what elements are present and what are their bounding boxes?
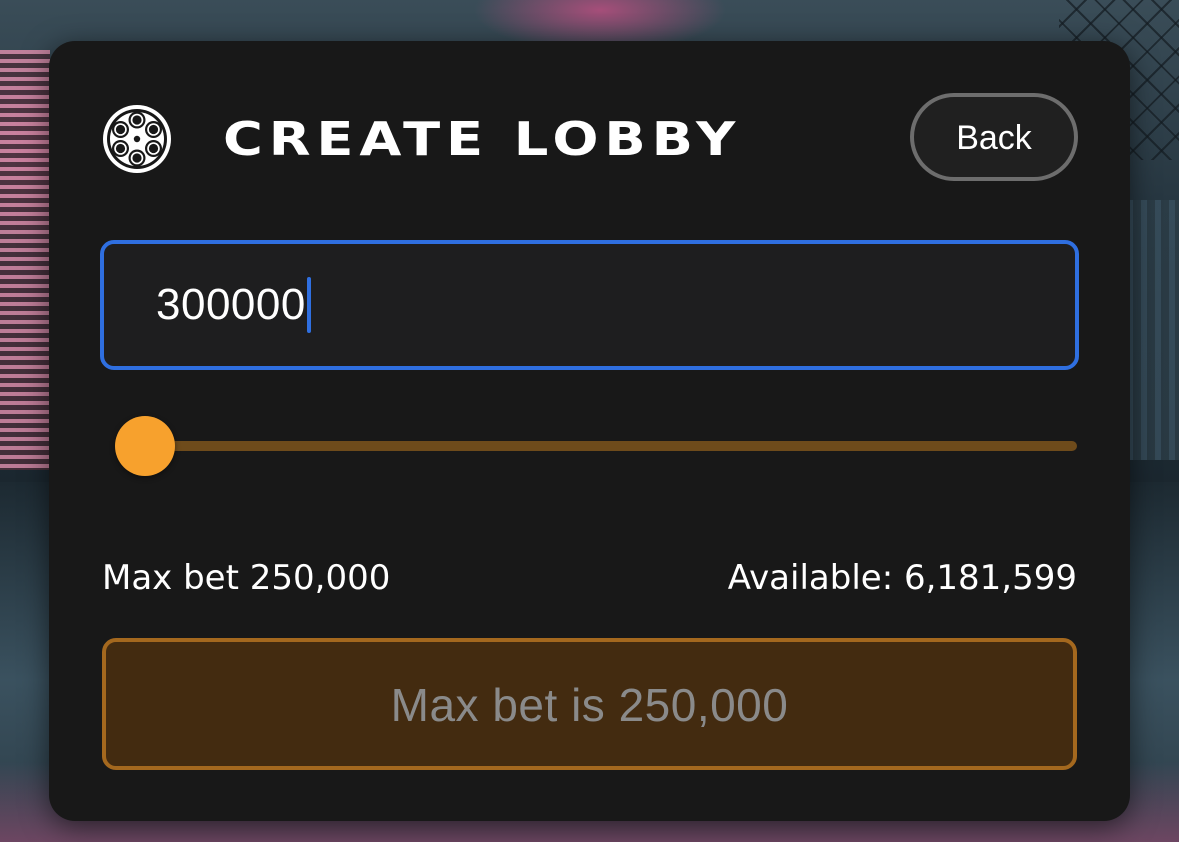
neon-light-strip: [0, 50, 50, 470]
max-bet-text: Max bet 250,000: [102, 558, 391, 598]
create-lobby-submit-button[interactable]: Max bet is 250,000: [102, 638, 1077, 770]
slider-thumb[interactable]: [115, 416, 175, 476]
available-balance-text: Available: 6,181,599: [727, 558, 1077, 598]
create-lobby-dialog: CREATE LOBBY Back 300000 Max bet 250,000…: [49, 41, 1130, 821]
bet-amount-value: 300000: [156, 280, 306, 329]
revolver-cylinder-icon: [101, 103, 173, 175]
page-title: CREATE LOBBY: [223, 112, 742, 166]
bet-amount-input[interactable]: 300000: [100, 240, 1079, 370]
text-caret: [306, 277, 311, 333]
back-button[interactable]: Back: [910, 93, 1078, 181]
slider-track: [125, 441, 1077, 451]
bet-amount-slider[interactable]: [95, 413, 1079, 479]
bet-limits-row: Max bet 250,000 Available: 6,181,599: [102, 556, 1077, 600]
dialog-header: CREATE LOBBY Back: [101, 93, 1078, 183]
